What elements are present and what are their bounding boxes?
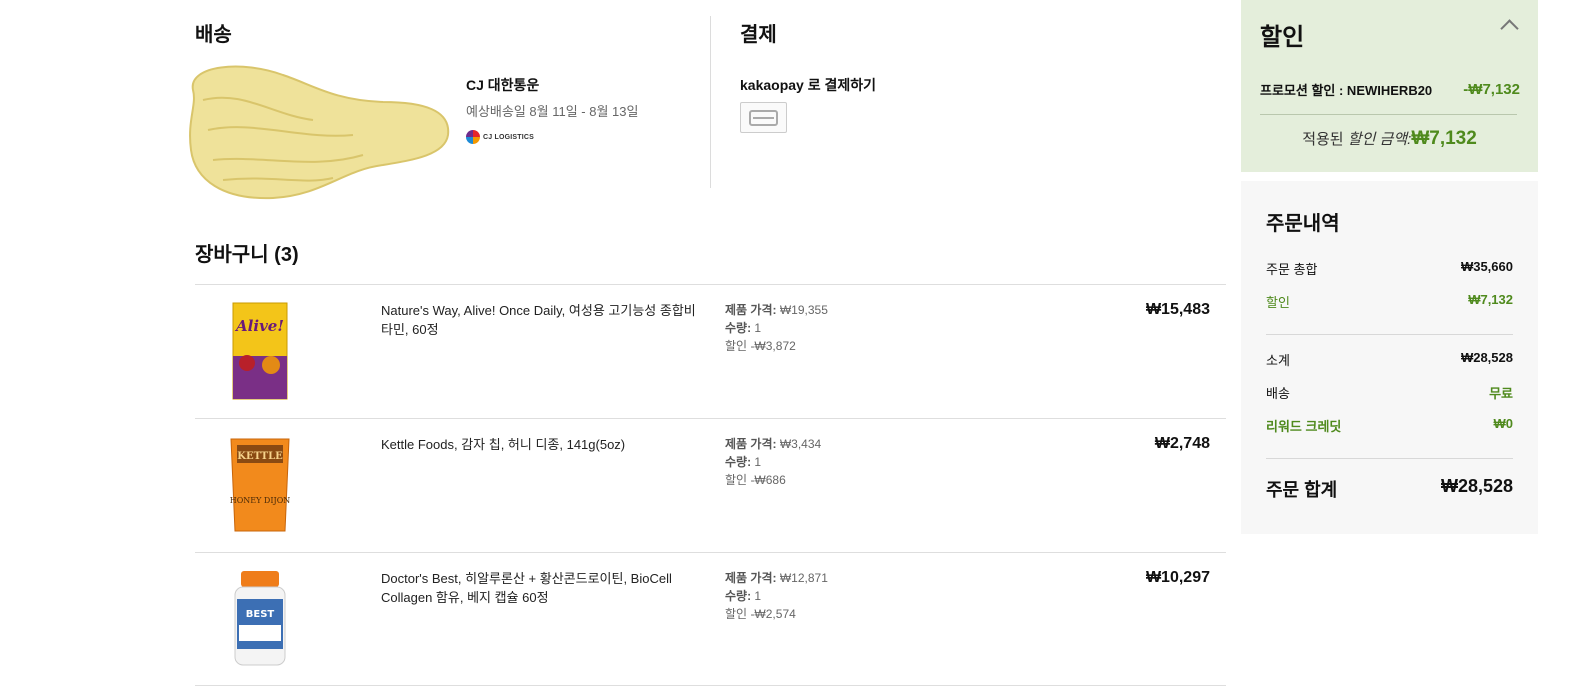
price-label: 제품 가격:	[725, 571, 777, 585]
item-discount: -₩2,574	[750, 607, 796, 621]
qty-label: 수량:	[725, 455, 752, 469]
order-total-row: 주문 총합 ₩35,660	[1266, 259, 1513, 278]
thumb-text: BEST	[246, 609, 275, 620]
svg-text:KETTLE: KETTLE	[237, 451, 283, 462]
summary-discount-row: 할인 ₩7,132	[1266, 292, 1513, 311]
item-total: ₩10,297	[1145, 569, 1210, 586]
product-image-alive[interactable]: Alive!	[225, 301, 295, 401]
section-divider	[710, 16, 711, 188]
applied-italic-label: 할인 금액:	[1347, 131, 1412, 148]
product-meta: 제품 가격: ₩19,355 수량: 1 할인 -₩3,872	[725, 301, 828, 355]
shipping-value: 무료	[1489, 386, 1513, 401]
shipping-section: 배송 CJ 대한통운 예상배송일 8월 11일 - 8월 13일 CJ LOGI…	[189, 0, 710, 200]
shipping-label: 배송	[1266, 386, 1290, 401]
promo-label: 프로모션 할인 : NEWIHERB20	[1260, 83, 1433, 98]
summary-divider	[1266, 458, 1513, 459]
subtotal-value: ₩28,528	[1460, 350, 1513, 365]
summary-discount-value: ₩7,132	[1468, 292, 1513, 307]
price-label: 제품 가격:	[725, 437, 777, 451]
grand-total-label: 주문 합계	[1266, 480, 1338, 500]
applied-prefix: 적용된	[1302, 131, 1344, 148]
item-discount: -₩3,872	[750, 339, 796, 353]
reward-credit-row: 리워드 크레딧 ₩0	[1266, 416, 1513, 435]
subtotal-label: 소계	[1266, 353, 1290, 368]
reward-value: ₩0	[1493, 416, 1514, 431]
order-total-value: ₩35,660	[1460, 259, 1513, 274]
cart-item: Alive! Nature's Way, Alive! Once Daily, …	[195, 284, 1226, 418]
carrier-name: CJ 대한통운	[466, 77, 540, 93]
promo-value: -₩7,132	[1463, 81, 1520, 98]
unit-price: ₩3,434	[779, 437, 822, 451]
carrier-info: CJ 대한통운 예상배송일 8월 11일 - 8월 13일 CJ LOGISTI…	[466, 75, 638, 144]
checkout-main: 배송 CJ 대한통운 예상배송일 8월 11일 - 8월 13일 CJ LOGI…	[189, 0, 1226, 695]
qty-label: 수량:	[725, 589, 752, 603]
product-meta: 제품 가격: ₩12,871 수량: 1 할인 -₩2,574	[725, 569, 828, 623]
price-label: 제품 가격:	[725, 303, 777, 317]
summary-divider	[1266, 334, 1513, 335]
subtotal-row: 소계 ₩28,528	[1266, 350, 1513, 369]
cart-item: KETTLE HONEY DIJON Kettle Foods, 감자 칩, 허…	[195, 418, 1226, 552]
redacted-address-scribble	[189, 65, 450, 200]
discount-title: 할인	[1260, 24, 1305, 51]
shipping-title: 배송	[195, 24, 232, 46]
quantity: 1	[754, 321, 762, 335]
unit-price: ₩12,871	[779, 571, 828, 585]
summary-discount-label: 할인	[1266, 295, 1290, 310]
discount-panel: 할인 프로모션 할인 : NEWIHERB20 -₩7,132 적용된 할인 금…	[1241, 0, 1538, 172]
cart-list: Alive! Nature's Way, Alive! Once Daily, …	[195, 284, 1226, 686]
payment-title: 결제	[740, 24, 777, 46]
summary-title: 주문내역	[1266, 213, 1340, 235]
shipping-payment-section: 배송 CJ 대한통운 예상배송일 8월 11일 - 8월 13일 CJ LOGI…	[189, 0, 1226, 200]
applied-amount: ₩7,132	[1411, 128, 1477, 149]
discount-label: 할인	[725, 473, 748, 487]
product-name[interactable]: Nature's Way, Alive! Once Daily, 여성용 고기능…	[381, 301, 706, 339]
cj-logistics-logo: CJ LOGISTICS	[466, 130, 638, 144]
qty-label: 수량:	[725, 321, 752, 335]
unit-price: ₩19,355	[779, 303, 828, 317]
thumb-text: HONEY DIJON	[230, 496, 291, 505]
product-name[interactable]: Doctor's Best, 히알루론산 + 황산콘드로이틴, BioCell …	[381, 569, 706, 607]
item-discount: -₩686	[750, 473, 786, 487]
item-total: ₩15,483	[1145, 301, 1210, 318]
chevron-up-icon[interactable]	[1500, 19, 1519, 38]
applied-discount: 적용된 할인 금액:₩7,132	[1241, 128, 1538, 150]
payment-section: 결제 kakaopay 로 결제하기	[740, 0, 1220, 200]
cart-title: 장바구니 (3)	[195, 244, 299, 266]
thumb-text: Alive!	[234, 317, 284, 335]
item-total: ₩2,748	[1154, 435, 1210, 452]
grand-total-value: ₩28,528	[1440, 476, 1513, 496]
quantity: 1	[754, 589, 762, 603]
card-stripe	[753, 117, 774, 119]
delivery-eta: 예상배송일 8월 11일 - 8월 13일	[466, 104, 639, 119]
order-total-label: 주문 총합	[1266, 262, 1318, 277]
discount-divider	[1260, 114, 1517, 115]
discount-label: 할인	[725, 607, 748, 621]
cj-logo-icon	[466, 130, 480, 144]
card-shape	[749, 110, 778, 126]
credit-card-icon[interactable]	[740, 102, 787, 133]
product-image-doctors-best[interactable]: BEST	[225, 569, 295, 669]
reward-label[interactable]: 리워드 크레딧	[1266, 416, 1341, 435]
product-image-kettle[interactable]: KETTLE HONEY DIJON	[225, 435, 295, 535]
cj-logo-text: CJ LOGISTICS	[483, 133, 535, 141]
promo-discount-row: 프로모션 할인 : NEWIHERB20 -₩7,132	[1260, 80, 1520, 99]
product-meta: 제품 가격: ₩3,434 수량: 1 할인 -₩686	[725, 435, 821, 489]
quantity: 1	[754, 455, 762, 469]
shipping-row: 배송 무료	[1266, 383, 1513, 402]
discount-label: 할인	[725, 339, 748, 353]
payment-method-label: kakaopay 로 결제하기	[740, 77, 876, 93]
grand-total-row: 주문 합계 ₩28,528	[1266, 476, 1513, 502]
order-summary: 주문내역 주문 총합 ₩35,660 할인 ₩7,132 소계 ₩28,528 …	[1241, 181, 1538, 534]
cart-item: BEST Doctor's Best, 히알루론산 + 황산콘드로이틴, Bio…	[195, 552, 1226, 686]
product-name[interactable]: Kettle Foods, 감자 칩, 허니 디종, 141g(5oz)	[381, 435, 706, 454]
